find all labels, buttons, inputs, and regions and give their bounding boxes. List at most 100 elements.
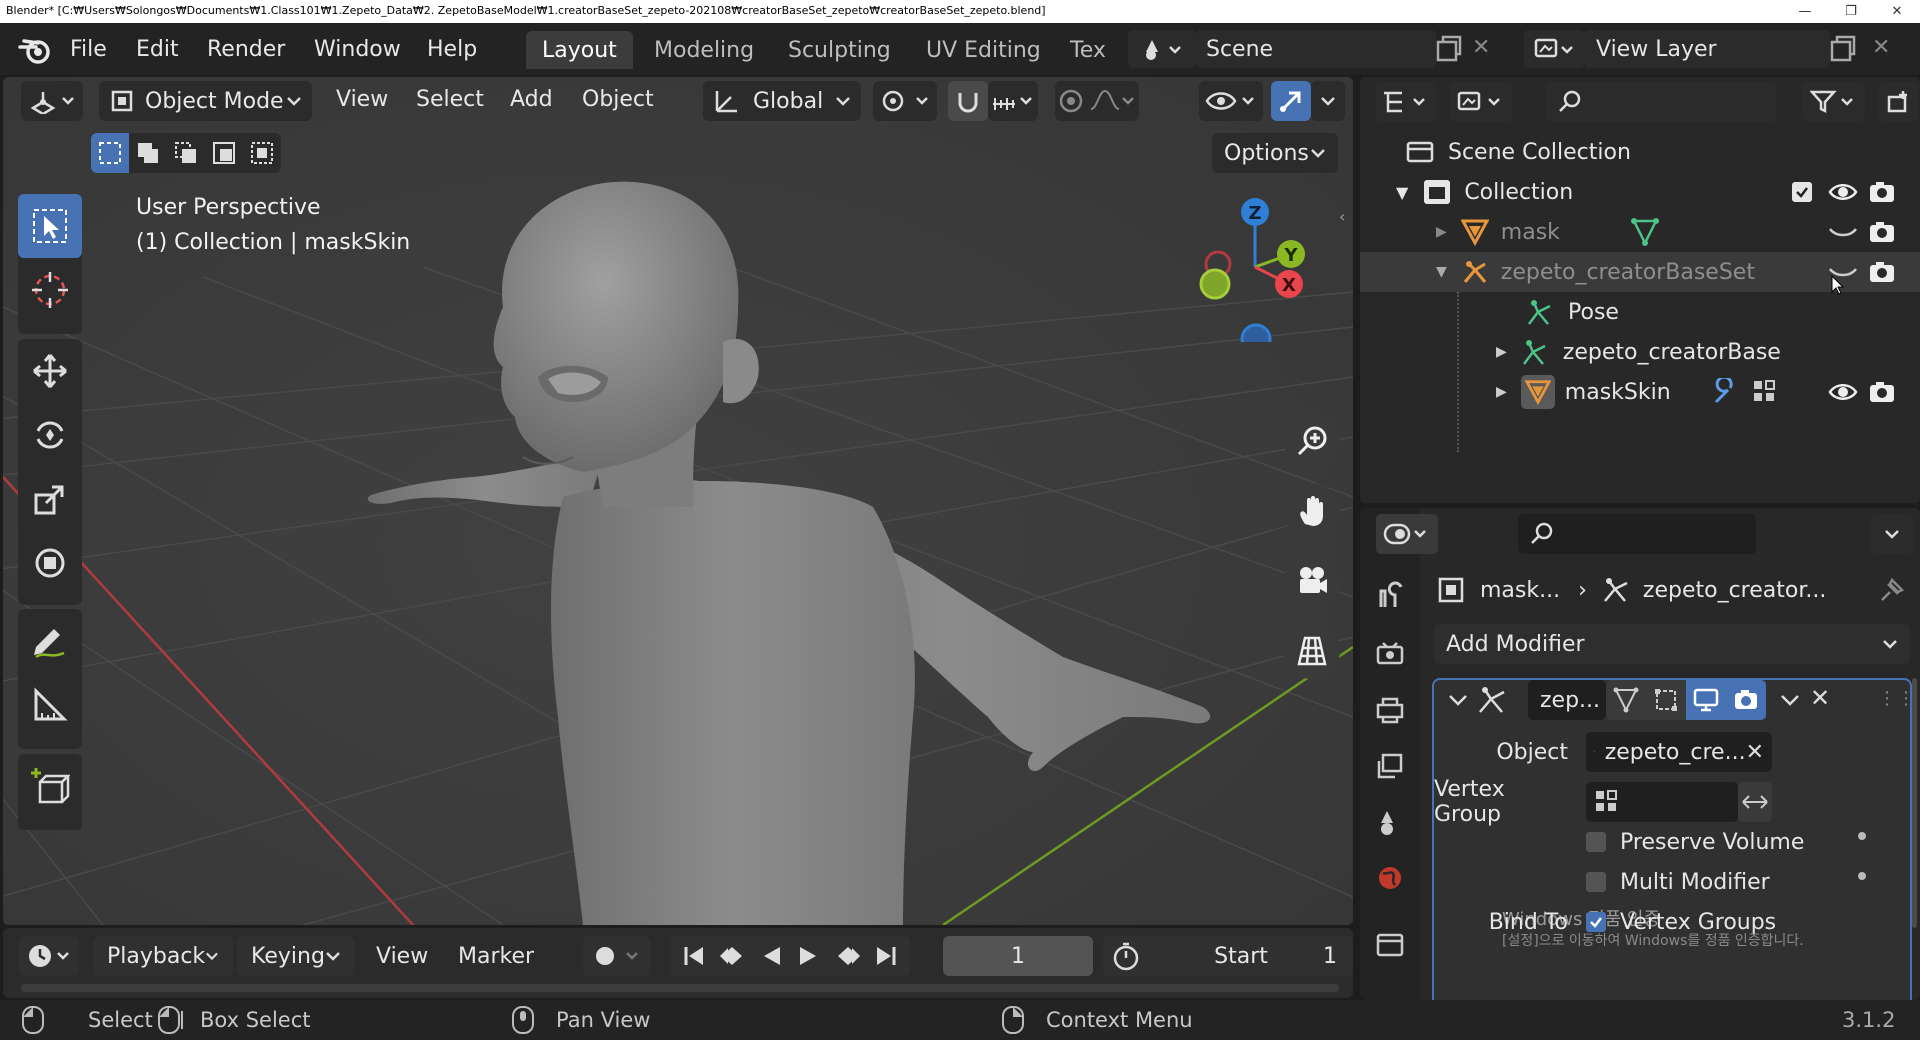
multi-modifier-keyframe-dot[interactable] — [1858, 872, 1866, 880]
gizmo-options-dropdown[interactable] — [1311, 81, 1345, 121]
menu-help[interactable]: Help — [427, 23, 477, 75]
collapse-chevron-icon[interactable] — [1448, 692, 1468, 708]
expand-arrow-right-icon[interactable]: ▶ — [1436, 224, 1447, 240]
outliner-row-mask[interactable]: ▶ mask — [1360, 212, 1920, 252]
scale-tool-icon[interactable] — [18, 467, 82, 531]
camera-render-icon[interactable] — [1868, 260, 1896, 284]
object-visibility-dropdown[interactable] — [1199, 81, 1263, 121]
bind-vertex-groups-checkbox[interactable] — [1586, 912, 1606, 932]
delete-scene-icon[interactable]: ✕ — [1472, 35, 1490, 60]
auto-keying-toggle[interactable] — [583, 936, 651, 976]
preserve-volume-checkbox[interactable] — [1586, 832, 1606, 852]
scene-browse-button[interactable] — [1128, 30, 1196, 68]
clear-object-icon[interactable]: ✕ — [1746, 740, 1764, 765]
edit-mode-icon[interactable] — [1646, 680, 1686, 720]
view-layer-name-field[interactable]: View Layer — [1584, 30, 1830, 68]
add-modifier-dropdown[interactable]: Add Modifier — [1434, 624, 1910, 664]
multi-modifier-row[interactable]: Multi Modifier — [1586, 862, 1770, 902]
proportional-editing-toggle[interactable] — [1055, 81, 1139, 121]
sidebar-toggle-arrow[interactable]: ‹ — [1339, 207, 1345, 226]
timeline-menu-marker[interactable]: Marker — [458, 936, 534, 976]
current-frame-field[interactable]: 1 — [943, 936, 1093, 976]
frame-start-field[interactable]: Start 1 — [1103, 936, 1353, 976]
preserve-volume-keyframe-dot[interactable] — [1858, 832, 1866, 840]
render-display-icon[interactable] — [1726, 680, 1766, 720]
tab-texture-paint[interactable]: Tex — [1058, 31, 1114, 69]
3d-viewport[interactable]: Object Mode View Select Add Object Globa… — [3, 77, 1353, 925]
timeline-editor-type-button[interactable] — [19, 936, 79, 976]
new-view-layer-icon[interactable] — [1826, 33, 1858, 65]
new-collection-button[interactable] — [1878, 82, 1918, 122]
view-layer-tab-icon[interactable] — [1368, 742, 1412, 790]
select-subtract-icon[interactable] — [167, 133, 205, 173]
modifier-name-field[interactable]: zep... — [1528, 680, 1606, 720]
properties-search-input[interactable] — [1518, 514, 1756, 554]
expand-arrow-right-icon[interactable]: ▶ — [1496, 344, 1507, 360]
select-invert-icon[interactable] — [205, 133, 243, 173]
scene-tab-icon[interactable] — [1368, 798, 1412, 846]
select-intersect-icon[interactable] — [243, 133, 281, 173]
timeline-scrollbar[interactable] — [21, 984, 1339, 992]
render-tab-icon[interactable] — [1368, 630, 1412, 678]
measure-tool-icon[interactable] — [18, 673, 82, 737]
eye-closed-icon[interactable] — [1828, 221, 1858, 243]
properties-scrollbar[interactable] — [1912, 678, 1917, 928]
edit-cage-icon[interactable] — [1606, 680, 1646, 720]
snap-target-dropdown[interactable] — [988, 81, 1038, 121]
transform-tool-icon[interactable] — [18, 531, 82, 595]
invert-vertex-group-toggle[interactable] — [1738, 782, 1772, 822]
minimize-button[interactable]: — — [1782, 0, 1828, 23]
bind-vertex-groups-row[interactable]: Vertex Groups — [1586, 902, 1776, 942]
realtime-display-icon[interactable] — [1686, 680, 1726, 720]
multi-modifier-checkbox[interactable] — [1586, 872, 1606, 892]
tab-uv-editing[interactable]: UV Editing — [910, 31, 1057, 69]
pin-icon[interactable] — [1878, 576, 1906, 604]
modifier-extra-dropdown-icon[interactable] — [1780, 688, 1800, 712]
viewport-menu-select[interactable]: Select — [416, 77, 484, 122]
object-mode-dropdown[interactable]: Object Mode — [99, 81, 312, 121]
collection-tab-icon[interactable] — [1368, 920, 1412, 968]
gizmo-toggle[interactable] — [1271, 81, 1311, 121]
tab-sculpting[interactable]: Sculpting — [772, 31, 907, 69]
outliner-row-pose[interactable]: Pose — [1360, 292, 1920, 452]
menu-window[interactable]: Window — [314, 23, 401, 75]
move-tool-icon[interactable] — [18, 339, 82, 403]
tab-modeling[interactable]: Modeling — [638, 31, 770, 69]
add-cube-tool-icon[interactable] — [18, 754, 82, 818]
select-extend-icon[interactable] — [129, 133, 167, 173]
camera-render-icon[interactable] — [1868, 380, 1896, 404]
camera-render-icon[interactable] — [1868, 220, 1896, 244]
blender-logo-icon[interactable] — [18, 35, 52, 65]
properties-editor-type-button[interactable] — [1376, 514, 1438, 554]
expand-arrow-down-icon[interactable]: ▼ — [1396, 183, 1408, 202]
pan-view-icon[interactable] — [1284, 483, 1340, 539]
outliner-row-maskskin[interactable]: ▶ maskSkin — [1360, 372, 1920, 412]
zoom-view-icon[interactable] — [1284, 413, 1340, 469]
play-reverse-icon[interactable] — [759, 943, 785, 969]
camera-view-icon[interactable] — [1284, 553, 1340, 609]
rotate-tool-icon[interactable] — [18, 403, 82, 467]
armature-object-field[interactable]: zepeto_cre... ✕ — [1586, 732, 1772, 772]
output-tab-icon[interactable] — [1368, 686, 1412, 734]
outliner-row-armature[interactable]: ▼ zepeto_creatorBaseSet — [1360, 252, 1920, 295]
keying-dropdown[interactable]: Keying — [237, 936, 355, 976]
select-new-icon[interactable] — [91, 133, 129, 173]
menu-file[interactable]: File — [70, 23, 107, 75]
menu-edit[interactable]: Edit — [136, 23, 179, 75]
jump-to-end-icon[interactable] — [873, 943, 899, 969]
viewport-menu-view[interactable]: View — [336, 77, 388, 122]
new-scene-icon[interactable] — [1432, 33, 1464, 65]
previous-keyframe-icon[interactable] — [718, 943, 748, 969]
tab-layout[interactable]: Layout — [526, 31, 633, 69]
maximize-button[interactable]: ❐ — [1828, 0, 1874, 23]
navigation-gizmo[interactable]: Z Y X — [1183, 192, 1333, 342]
view-layer-browse-button[interactable] — [1524, 30, 1584, 68]
camera-render-icon[interactable] — [1868, 180, 1896, 204]
drag-handle-icon[interactable]: ⋮⋮ — [1878, 688, 1916, 709]
world-tab-icon[interactable] — [1368, 854, 1412, 902]
outliner-row-collection[interactable]: ▼ Collection — [1360, 172, 1920, 212]
outliner-row-armature-data[interactable]: ▶ zepeto_creatorBase! — [1360, 332, 1920, 372]
jump-to-start-icon[interactable] — [681, 943, 707, 969]
next-keyframe-icon[interactable] — [832, 943, 862, 969]
display-mode-dropdown[interactable] — [1450, 82, 1512, 122]
